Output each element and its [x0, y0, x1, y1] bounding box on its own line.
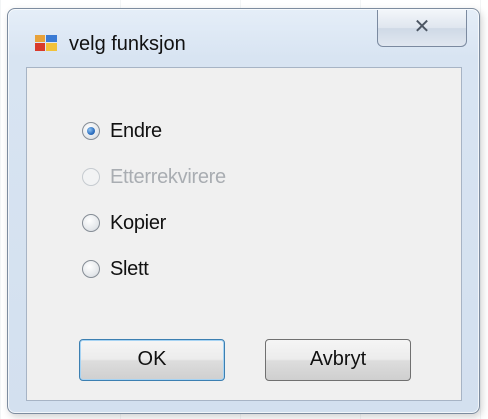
close-button[interactable]: ✕ [377, 10, 467, 47]
radio-label: Slett [110, 257, 149, 280]
radio-kopier[interactable]: Kopier [82, 210, 166, 236]
radio-etterrekvirere: Etterrekvirere [82, 164, 226, 190]
radio-endre[interactable]: Endre [82, 118, 162, 144]
cancel-button[interactable]: Avbryt [265, 339, 411, 381]
radio-indicator[interactable] [82, 214, 100, 232]
radio-indicator [82, 168, 100, 186]
title-bar[interactable]: velg funksjon ✕ [8, 9, 479, 67]
app-window-icon [35, 35, 57, 51]
radio-label: Kopier [110, 211, 167, 234]
window-title: velg funksjon [69, 33, 186, 55]
dialog-client-area: Endre Etterrekvirere Kopier Slett OK Avb… [26, 67, 462, 401]
radio-indicator[interactable] [82, 122, 100, 140]
radio-label: Etterrekvirere [110, 165, 226, 188]
radio-indicator[interactable] [82, 260, 100, 278]
ok-button[interactable]: OK [79, 339, 225, 381]
radio-slett[interactable]: Slett [82, 256, 149, 282]
close-icon: ✕ [413, 16, 431, 38]
radio-label: Endre [110, 119, 162, 142]
dialog-window: velg funksjon ✕ Endre Etterrekvirere Kop… [7, 8, 480, 414]
